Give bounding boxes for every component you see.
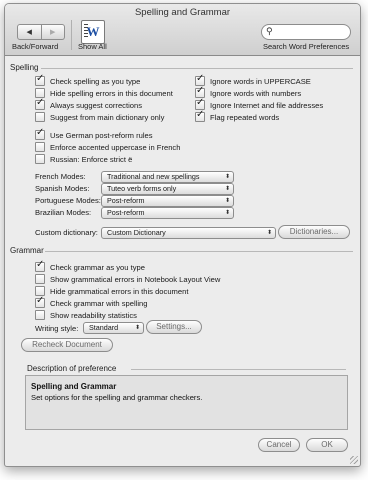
portuguese-modes-label: Portuguese Modes: [35,196,101,205]
grammar-divider [45,251,353,252]
ignore-numbers-checkbox[interactable]: Ignore words with numbers [195,85,301,98]
description-section-label: Description of preference [27,364,117,373]
custom-dictionary-popup[interactable]: Custom Dictionary ⬍ [101,227,276,239]
show-all-label: Show All [78,42,107,51]
hide-spelling-errors-checkbox[interactable]: Hide spelling errors in this document [35,88,173,98]
word-app-icon: W [86,24,100,39]
custom-dictionary-label: Custom dictionary: [35,228,98,237]
popup-arrows-icon: ⬍ [224,198,230,204]
search-label: Search Word Preferences [263,42,350,51]
description-text: Set options for the spelling and grammar… [31,393,203,402]
spanish-modes-popup[interactable]: Tuteo verb forms only ⬍ [101,183,234,195]
settings-button[interactable]: Settings... [146,320,202,334]
check-grammar-with-spelling-checkbox[interactable]: Check grammar with spelling [35,295,148,308]
back-forward-label: Back/Forward [12,42,59,51]
check-grammar-as-you-type-checkbox[interactable]: Check grammar as you type [35,259,145,272]
description-divider [131,369,346,370]
hide-grammatical-errors-checkbox[interactable]: Hide grammatical errors in this document [35,286,188,296]
search-icon: ⚲ [266,26,273,36]
flag-repeated-words-checkbox[interactable]: Flag repeated words [195,109,279,122]
back-arrow-icon: ◀ [26,29,32,36]
back-button[interactable]: ◀ [17,24,42,40]
spanish-modes-label: Spanish Modes: [35,184,90,193]
ignore-internet-addresses-checkbox[interactable]: Ignore Internet and file addresses [195,97,323,110]
suggest-from-main-dictionary-checkbox[interactable]: Suggest from main dictionary only [35,112,164,122]
popup-arrows-icon: ⬍ [134,325,140,331]
show-errors-notebook-layout-checkbox[interactable]: Show grammatical errors in Notebook Layo… [35,274,220,284]
show-readability-statistics-checkbox[interactable]: Show readability statistics [35,310,137,320]
cancel-button[interactable]: Cancel [258,438,300,452]
resize-grip-icon[interactable] [350,456,358,464]
writing-style-popup[interactable]: Standard ⬍ [83,322,144,334]
russian-strict-e-checkbox[interactable]: Russian: Enforce strict ë [35,154,132,164]
checkbox-box[interactable] [35,154,45,164]
search-input[interactable] [276,25,346,38]
forward-button[interactable]: ▶ [41,24,65,40]
french-modes-label: French Modes: [35,172,86,181]
brazilian-modes-label: Brazilian Modes: [35,208,92,217]
forward-arrow-icon: ▶ [50,29,56,36]
toolbar: Spelling and Grammar ◀ ▶ Back/Forward W … [5,4,360,56]
grammar-section-label: Grammar [10,246,44,255]
checkbox-box[interactable] [35,97,45,110]
checkbox-box[interactable] [35,73,45,86]
dictionaries-button[interactable]: Dictionaries... [278,225,350,239]
checkbox-box[interactable] [35,295,45,308]
writing-style-label: Writing style: [35,324,79,333]
checkbox-box[interactable] [35,310,45,320]
popup-arrows-icon: ⬍ [224,174,230,180]
popup-arrows-icon: ⬍ [266,230,272,236]
ok-button[interactable]: OK [306,438,348,452]
ignore-uppercase-checkbox[interactable]: Ignore words in UPPERCASE [195,73,311,86]
description-title: Spelling and Grammar [31,382,117,391]
popup-arrows-icon: ⬍ [224,186,230,192]
checkbox-box[interactable] [35,127,45,140]
checkbox-box[interactable] [195,109,205,122]
search-field[interactable]: ⚲ [261,24,351,40]
preferences-grid-icon [84,24,88,38]
spelling-divider [41,68,353,69]
check-spelling-as-you-type-checkbox[interactable]: Check spelling as you type [35,73,140,86]
window-title: Spelling and Grammar [134,7,231,18]
description-box: Spelling and Grammar Set options for the… [25,375,348,430]
back-forward-control: ◀ ▶ [17,24,65,40]
french-modes-popup[interactable]: Traditional and new spellings ⬍ [101,171,234,183]
checkbox-box[interactable] [35,259,45,272]
recheck-document-button[interactable]: Recheck Document [21,338,113,352]
german-post-reform-checkbox[interactable]: Use German post-reform rules [35,127,153,140]
preferences-window: Spelling and Grammar ◀ ▶ Back/Forward W … [4,3,361,467]
checkbox-box[interactable] [35,112,45,122]
show-all-button[interactable]: W [81,20,105,44]
toolbar-separator [71,20,72,50]
popup-arrows-icon: ⬍ [224,210,230,216]
checkbox-box[interactable] [35,274,45,284]
always-suggest-corrections-checkbox[interactable]: Always suggest corrections [35,97,142,110]
french-accented-uppercase-checkbox[interactable]: Enforce accented uppercase in French [35,142,180,152]
spelling-section-label: Spelling [10,63,39,72]
portuguese-modes-popup[interactable]: Post-reform ⬍ [101,195,234,207]
checkbox-box[interactable] [35,142,45,152]
brazilian-modes-popup[interactable]: Post-reform ⬍ [101,207,234,219]
